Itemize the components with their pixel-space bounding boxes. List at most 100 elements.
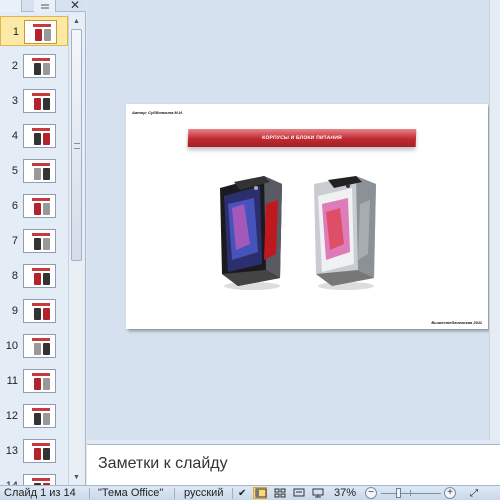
slide-preview-image: [23, 194, 56, 218]
slide-preview-image: [23, 299, 56, 323]
slide-thumbnail[interactable]: 11: [0, 366, 68, 396]
preview-image-mark: [43, 203, 50, 215]
pc-case-silver-image: [314, 176, 376, 290]
scroll-up-icon[interactable]: ▲: [70, 15, 83, 28]
pane-tabs: ✕: [0, 0, 86, 12]
preview-image-mark: [43, 168, 50, 180]
slide-thumbnail[interactable]: 6: [0, 191, 68, 221]
slide-sorter-icon: [274, 488, 286, 498]
slide-number: 9: [11, 305, 18, 317]
slide-preview-image: [23, 474, 56, 485]
thumbnail-list: 1234567891011121314: [0, 14, 68, 485]
preview-title-mark: [32, 163, 50, 166]
zoom-out-icon[interactable]: −: [365, 487, 377, 499]
spellcheck-icon[interactable]: ✔: [238, 487, 246, 500]
preview-image-mark: [44, 29, 51, 41]
zoom-level[interactable]: 37%: [334, 487, 356, 500]
preview-image-mark: [34, 448, 41, 460]
theme-name[interactable]: "Тема Office": [98, 487, 163, 500]
slide-number: 2: [11, 60, 18, 72]
slide-thumbnail[interactable]: 8: [0, 261, 68, 291]
editor-scrollbar[interactable]: [489, 0, 500, 440]
preview-image-mark: [34, 378, 41, 390]
notes-pane[interactable]: Заметки к слайду: [87, 444, 500, 485]
slide-number: 5: [11, 165, 18, 177]
slide-preview-image: [23, 124, 56, 148]
status-bar: Слайд 1 из 14 "Тема Office" русский ✔ 37…: [0, 485, 500, 500]
preview-image-mark: [34, 308, 41, 320]
preview-image-mark: [34, 133, 41, 145]
slides-thumbnail-pane: ✕ 1234567891011121314 ▲ ▼: [0, 0, 86, 485]
slide-thumbnail[interactable]: 3: [0, 86, 68, 116]
preview-title-mark: [32, 93, 50, 96]
normal-view-icon: [255, 488, 267, 498]
tab-slides[interactable]: [0, 0, 22, 12]
slide-number: 4: [11, 130, 18, 142]
scrollbar-thumb[interactable]: [71, 29, 82, 261]
preview-image-mark: [43, 63, 50, 75]
slide-thumbnail[interactable]: 4: [0, 121, 68, 151]
preview-title-mark: [32, 128, 50, 131]
status-divider: [174, 488, 175, 499]
zoom-slider[interactable]: [381, 493, 441, 494]
slide-preview-image: [23, 334, 56, 358]
slide-number: 10: [5, 340, 18, 352]
slideshow-icon: [312, 488, 324, 498]
preview-image-mark: [34, 343, 41, 355]
slide-thumbnail[interactable]: 13: [0, 436, 68, 466]
slide-thumbnail[interactable]: 12: [0, 401, 68, 431]
reading-view-icon: [293, 488, 305, 497]
preview-image-mark: [43, 238, 50, 250]
preview-image-mark: [43, 98, 50, 110]
normal-view-button[interactable]: [253, 487, 267, 499]
fit-to-window-icon[interactable]: ⤢: [470, 487, 478, 500]
slide-sorter-button[interactable]: [272, 487, 286, 499]
slide-thumbnail[interactable]: 9: [0, 296, 68, 326]
language-indicator[interactable]: русский: [184, 487, 223, 500]
preview-title-mark: [32, 303, 50, 306]
preview-image-mark: [35, 29, 42, 41]
slide-thumbnail[interactable]: 2: [0, 51, 68, 81]
slide-thumbnail[interactable]: 7: [0, 226, 68, 256]
outline-icon: [41, 4, 49, 9]
preview-image-mark: [34, 63, 41, 75]
slideshow-button[interactable]: [310, 487, 324, 499]
current-slide[interactable]: Автор: Субботкина М.И. КОРПУСЫ И БЛОКИ П…: [126, 104, 488, 329]
slide-number: 8: [11, 270, 18, 282]
preview-title-mark: [32, 338, 50, 341]
reading-view-button[interactable]: [291, 487, 305, 499]
preview-title-mark: [32, 198, 50, 201]
slide-preview-image: [23, 89, 56, 113]
slide-thumbnail[interactable]: 1: [0, 16, 68, 46]
preview-image-mark: [43, 133, 50, 145]
slide-number: 7: [11, 235, 18, 247]
slide-number: 12: [5, 410, 18, 422]
slide-footer: Вышестеблиевская 2011: [431, 320, 482, 325]
slide-number: 1: [12, 26, 19, 38]
thumbnail-scrollbar[interactable]: ▲ ▼: [68, 14, 84, 485]
preview-title-mark: [32, 478, 50, 481]
slide-preview-image: [23, 264, 56, 288]
status-divider: [232, 488, 233, 499]
preview-image-mark: [34, 98, 41, 110]
slide-counter: Слайд 1 из 14: [4, 487, 76, 499]
preview-title-mark: [32, 58, 50, 61]
pc-case-black-image: [220, 176, 282, 290]
scroll-down-icon[interactable]: ▼: [70, 471, 83, 484]
slide-preview-image: [23, 439, 56, 463]
preview-title-mark: [33, 24, 51, 27]
slide-thumbnail[interactable]: 10: [0, 331, 68, 361]
slide-title: КОРПУСЫ И БЛОКИ ПИТАНИЯ: [262, 135, 342, 141]
preview-image-mark: [34, 238, 41, 250]
slide-thumbnail[interactable]: 5: [0, 156, 68, 186]
slide-preview-image: [23, 369, 56, 393]
close-pane-icon[interactable]: ✕: [68, 0, 82, 12]
preview-title-mark: [32, 373, 50, 376]
slide-editor: Автор: Субботкина М.И. КОРПУСЫ И БЛОКИ П…: [87, 0, 500, 440]
preview-image-mark: [43, 378, 50, 390]
zoom-slider-thumb[interactable]: [396, 488, 401, 498]
tab-outline[interactable]: [34, 0, 56, 12]
slide-thumbnail[interactable]: 14: [0, 471, 68, 485]
zoom-in-icon[interactable]: +: [444, 487, 456, 499]
notes-placeholder[interactable]: Заметки к слайду: [98, 455, 228, 473]
